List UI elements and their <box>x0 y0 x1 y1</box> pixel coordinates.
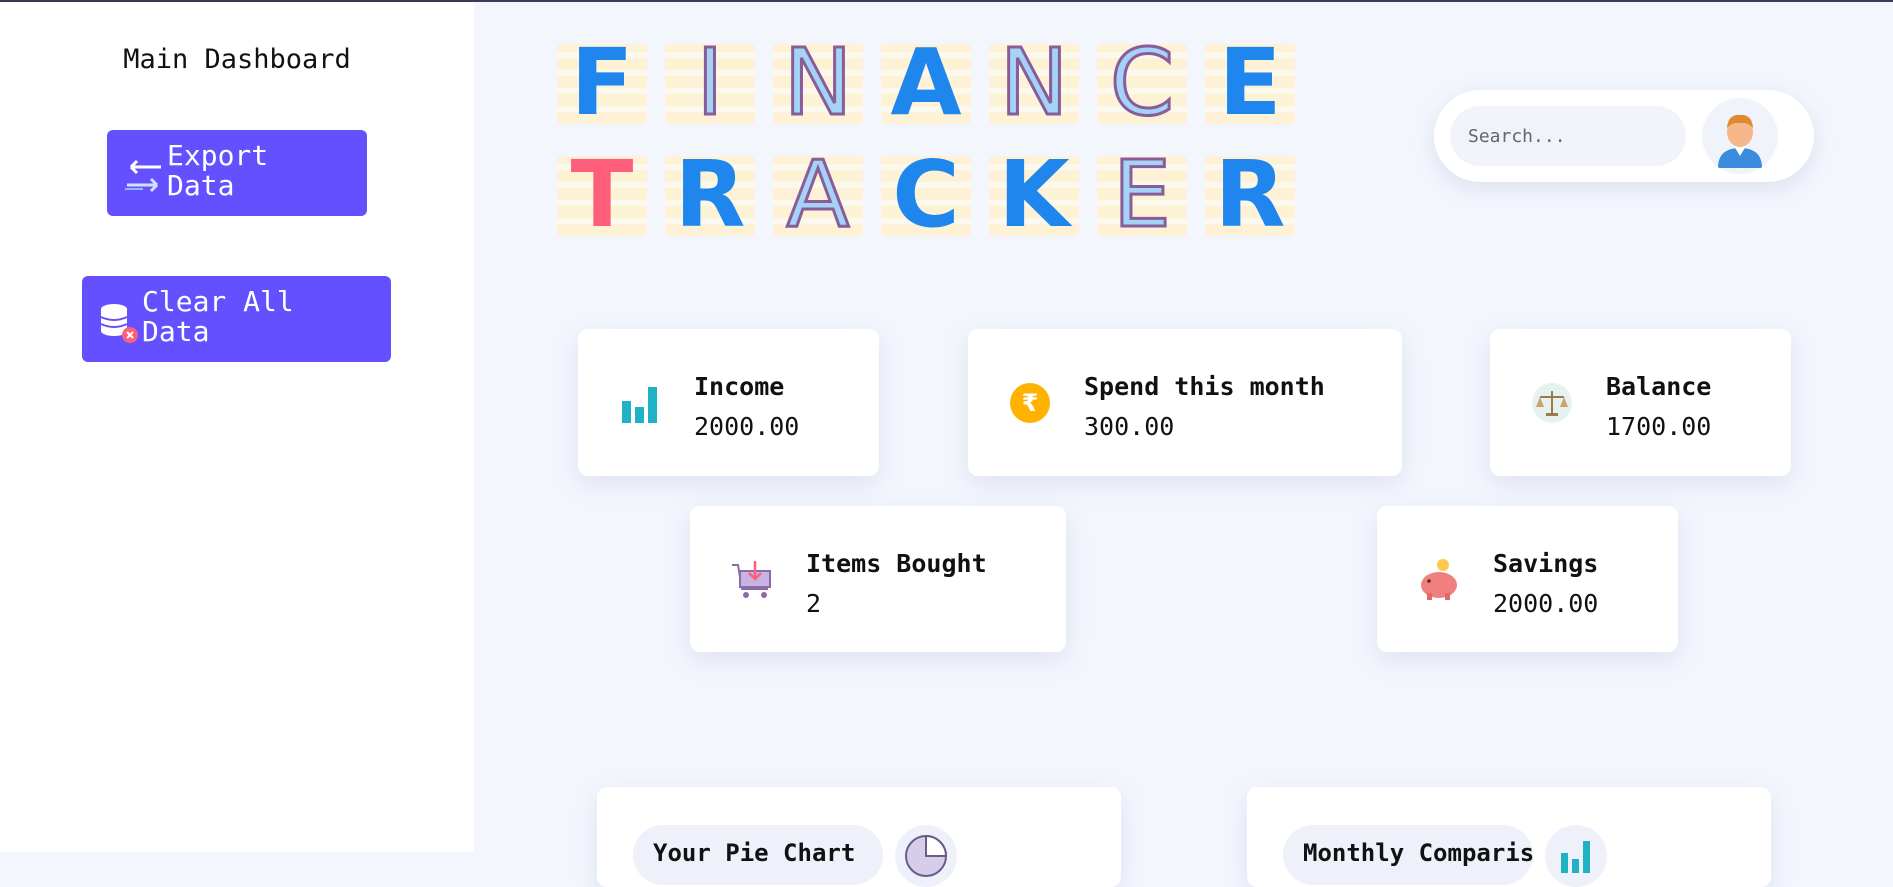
balance-value: 1700.00 <box>1606 412 1712 441</box>
spend-value: 300.00 <box>1084 412 1175 441</box>
spend-label: Spend this month <box>1084 372 1325 401</box>
title-tile: A <box>771 139 865 249</box>
balance-label: Balance <box>1606 372 1712 401</box>
title-tile: N <box>771 27 865 137</box>
income-value: 2000.00 <box>694 412 800 441</box>
sidebar: Main Dashboard Export Data Clear All Dat… <box>0 2 474 852</box>
bar-chart-icon <box>622 386 657 423</box>
title-tile: R <box>663 141 757 248</box>
monthly-comparison-card: Monthly Comparison <box>1247 787 1771 887</box>
savings-label: Savings <box>1493 549 1599 578</box>
export-data-button[interactable]: Export Data <box>107 130 367 216</box>
income-label: Income <box>694 372 785 401</box>
user-avatar-icon <box>1718 114 1762 168</box>
clear-all-data-button[interactable]: Clear All Data <box>82 276 391 362</box>
avatar[interactable] <box>1702 98 1778 174</box>
title-tile: C <box>1095 27 1189 137</box>
scales-icon <box>1532 382 1572 423</box>
title-tile: E <box>1203 29 1297 136</box>
title-tile: N <box>987 27 1081 137</box>
export-arrows-icon <box>123 155 165 201</box>
income-card: Income 2000.00 <box>578 329 879 476</box>
tracker-title-row: T R A C K E R <box>555 139 1311 249</box>
finance-title-row: F I N A N C E <box>555 27 1311 137</box>
export-data-label: Export Data <box>167 139 269 202</box>
savings-value: 2000.00 <box>1493 589 1599 618</box>
title-tile: F <box>555 29 649 136</box>
title-tile: K <box>987 141 1081 248</box>
title-tile: I <box>663 27 757 137</box>
title-tile: E <box>1095 139 1189 249</box>
items-bought-value: 2 <box>806 589 822 618</box>
items-bought-card: Items Bought 2 <box>690 506 1066 652</box>
balance-card: Balance 1700.00 <box>1490 329 1791 476</box>
bar-chart-icon <box>1545 825 1607 887</box>
items-bought-label: Items Bought <box>806 549 987 578</box>
title-tile: A <box>879 29 973 136</box>
clear-all-data-label: Clear All Data <box>142 285 294 348</box>
spend-card: ₹ Spend this month 300.00 <box>968 329 1402 476</box>
sidebar-title: Main Dashboard <box>123 44 351 75</box>
svg-text:₹: ₹ <box>1022 389 1039 417</box>
rupee-coin-icon: ₹ <box>1010 382 1050 423</box>
search-input[interactable] <box>1450 106 1686 166</box>
database-delete-icon <box>98 301 140 347</box>
title-tile: R <box>1203 141 1297 248</box>
shopping-basket-icon <box>732 561 771 598</box>
pie-chart-icon <box>895 825 957 887</box>
piggy-bank-icon <box>1421 559 1457 600</box>
savings-card: Savings 2000.00 <box>1377 506 1678 652</box>
title-tile: T <box>555 141 649 248</box>
search-bar <box>1434 90 1814 182</box>
pie-chart-heading: Your Pie Chart <box>633 825 883 885</box>
pie-chart-card: Your Pie Chart <box>597 787 1121 887</box>
title-tile: C <box>879 141 973 248</box>
monthly-comparison-heading: Monthly Comparison <box>1283 825 1533 885</box>
